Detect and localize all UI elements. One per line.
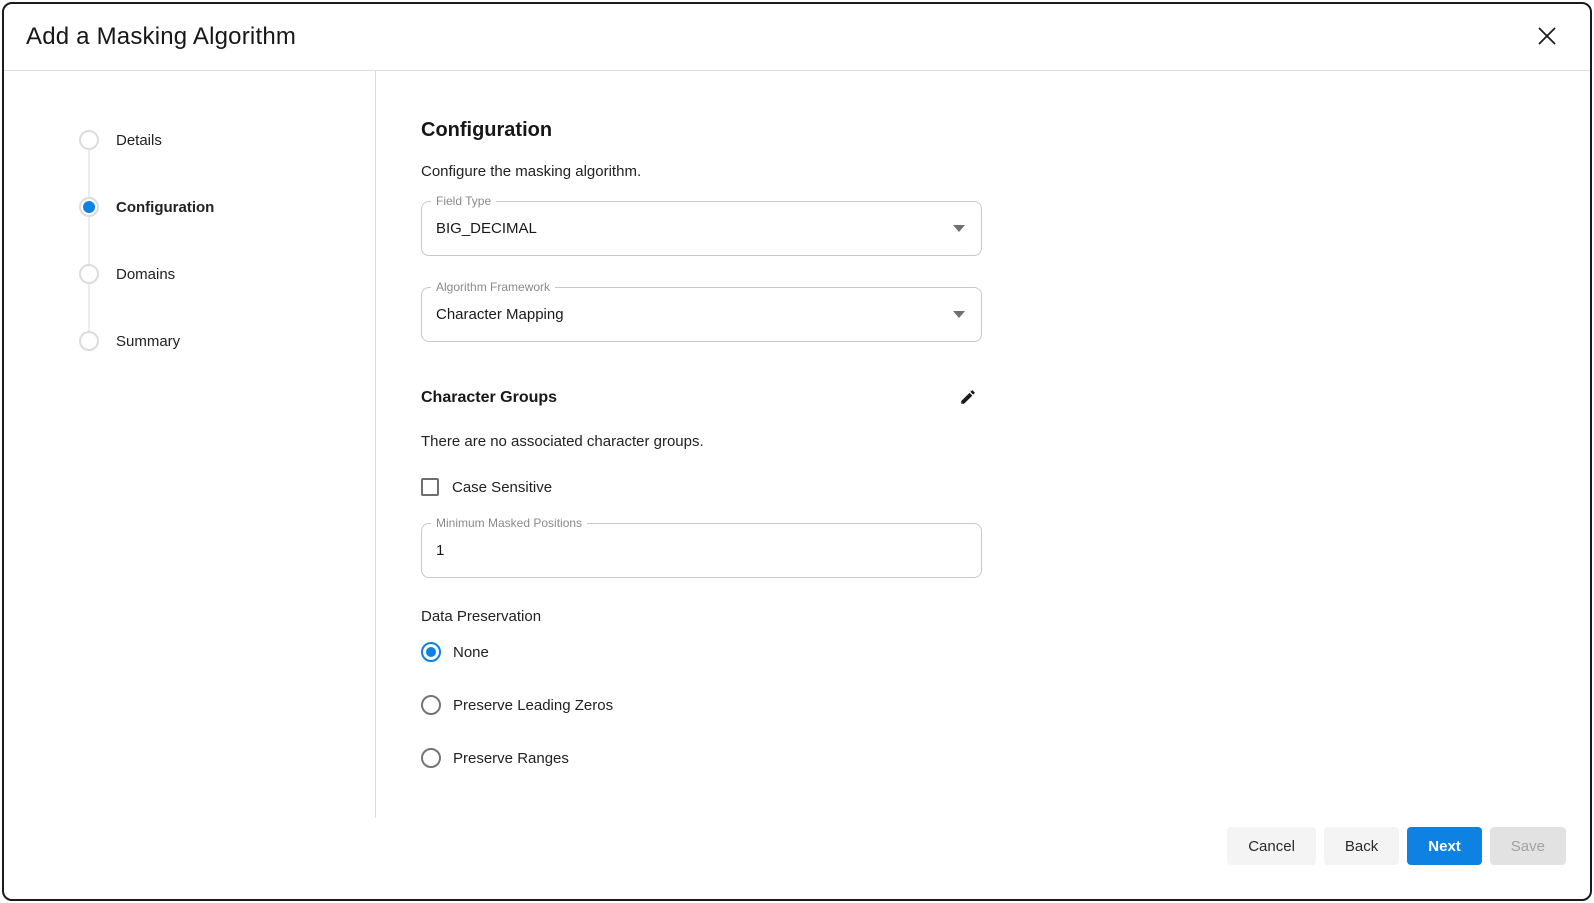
- dialog-title: Add a Masking Algorithm: [26, 23, 296, 51]
- dialog-footer: Cancel Back Next Save: [4, 818, 1590, 899]
- character-groups-section: Character Groups: [421, 384, 982, 412]
- step-circle-active-icon: [79, 197, 99, 217]
- wizard-stepper: Details Configuration Domains Summary: [4, 71, 376, 818]
- close-button[interactable]: [1530, 20, 1564, 54]
- page-title: Configuration: [421, 119, 1590, 142]
- radio-label: None: [453, 644, 489, 661]
- step-connector: [88, 150, 90, 197]
- field-type-select[interactable]: Field Type BIG_DECIMAL: [421, 201, 982, 256]
- character-groups-heading: Character Groups: [421, 389, 557, 407]
- case-sensitive-checkbox[interactable]: [421, 478, 439, 496]
- algorithm-framework-label: Algorithm Framework: [431, 280, 555, 294]
- step-circle-icon: [79, 130, 99, 150]
- radio-unselected-icon: [421, 748, 441, 768]
- stepper-item-domains[interactable]: Domains: [79, 264, 375, 284]
- chevron-down-icon: [953, 311, 965, 318]
- dialog-body: Details Configuration Domains Summary Co…: [4, 71, 1590, 818]
- minimum-masked-positions-input[interactable]: Minimum Masked Positions 1: [421, 523, 982, 578]
- case-sensitive-label: Case Sensitive: [452, 479, 552, 496]
- step-circle-icon: [79, 264, 99, 284]
- radio-preserve-leading-zeros[interactable]: Preserve Leading Zeros: [421, 695, 1590, 715]
- step-circle-icon: [79, 331, 99, 351]
- algorithm-framework-select[interactable]: Algorithm Framework Character Mapping: [421, 287, 982, 342]
- case-sensitive-checkbox-row[interactable]: Case Sensitive: [421, 478, 1590, 496]
- algorithm-framework-value: Character Mapping: [436, 306, 564, 323]
- radio-label: Preserve Ranges: [453, 750, 569, 767]
- minimum-masked-positions-value: 1: [436, 542, 444, 559]
- step-label: Configuration: [116, 199, 214, 216]
- step-connector: [88, 217, 90, 264]
- next-button[interactable]: Next: [1407, 827, 1482, 865]
- radio-label: Preserve Leading Zeros: [453, 697, 613, 714]
- step-label: Domains: [116, 266, 175, 283]
- stepper-item-configuration[interactable]: Configuration: [79, 197, 375, 217]
- configuration-panel: Configuration Configure the masking algo…: [376, 71, 1590, 818]
- data-preservation-label: Data Preservation: [421, 608, 1590, 625]
- step-label: Summary: [116, 333, 180, 350]
- radio-unselected-icon: [421, 695, 441, 715]
- field-type-value: BIG_DECIMAL: [436, 220, 537, 237]
- step-connector: [88, 284, 90, 331]
- stepper-item-details[interactable]: Details: [79, 130, 375, 150]
- dialog-header: Add a Masking Algorithm: [4, 4, 1590, 71]
- back-button[interactable]: Back: [1324, 827, 1399, 865]
- page-subtitle: Configure the masking algorithm.: [421, 163, 1590, 180]
- chevron-down-icon: [953, 225, 965, 232]
- character-groups-empty-text: There are no associated character groups…: [421, 433, 1590, 450]
- close-icon: [1535, 24, 1559, 51]
- cancel-button[interactable]: Cancel: [1227, 827, 1316, 865]
- radio-none[interactable]: None: [421, 642, 1590, 662]
- edit-character-groups-button[interactable]: [954, 384, 982, 412]
- stepper-item-summary[interactable]: Summary: [79, 331, 375, 351]
- radio-selected-icon: [421, 642, 441, 662]
- minimum-masked-positions-label: Minimum Masked Positions: [431, 516, 587, 530]
- radio-preserve-ranges[interactable]: Preserve Ranges: [421, 748, 1590, 768]
- save-button[interactable]: Save: [1490, 827, 1566, 865]
- add-masking-algorithm-dialog: Add a Masking Algorithm Details Configur…: [2, 2, 1592, 901]
- pencil-icon: [959, 388, 977, 409]
- field-type-label: Field Type: [431, 194, 496, 208]
- step-label: Details: [116, 132, 162, 149]
